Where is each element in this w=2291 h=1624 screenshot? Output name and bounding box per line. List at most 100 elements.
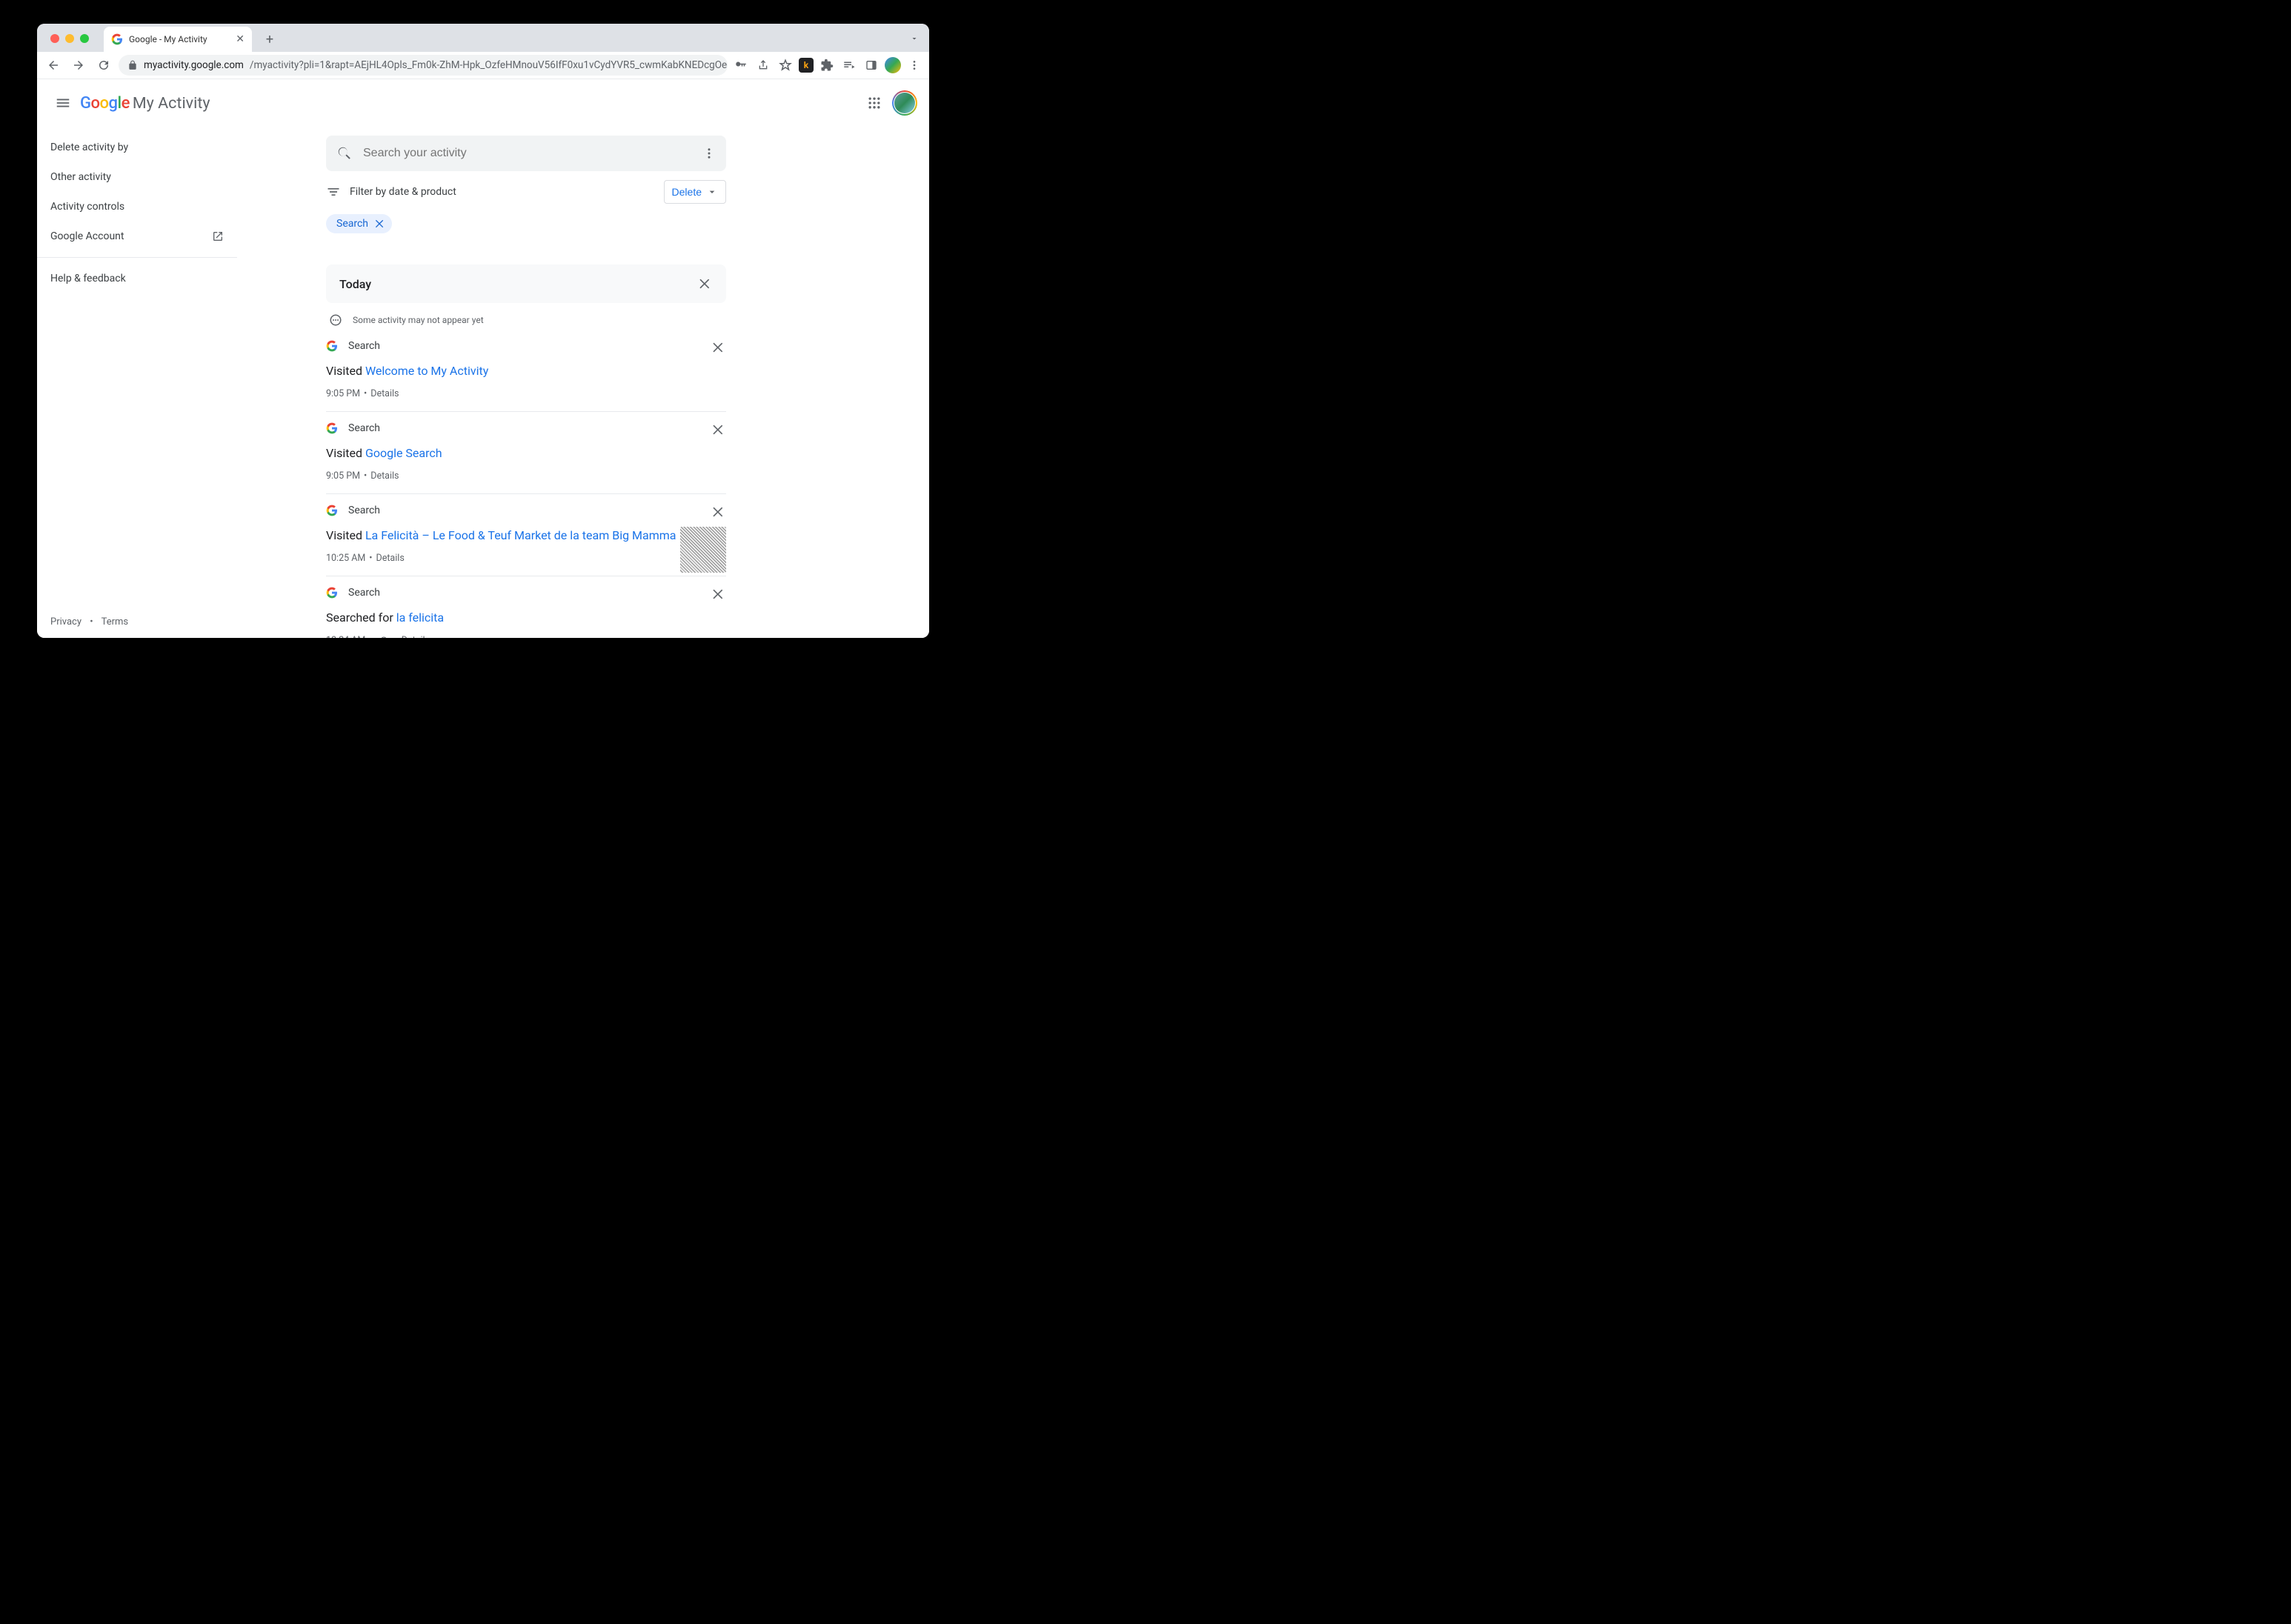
filter-chips: Search	[326, 214, 726, 233]
filter-button[interactable]: Filter by date & product	[326, 184, 456, 199]
extensions-puzzle-icon[interactable]	[818, 56, 836, 74]
activity-meta: 10:25 AM•Details	[326, 553, 726, 564]
close-icon[interactable]	[374, 218, 386, 230]
logo-block[interactable]: Google My Activity	[80, 94, 210, 113]
hamburger-icon	[55, 95, 71, 111]
arrow-right-icon	[72, 59, 85, 72]
sidebar: Delete activity by Other activity Activi…	[37, 127, 237, 638]
delete-item-button[interactable]	[711, 587, 726, 602]
activity-item: Search Visited Google Search 9:05 PM•Detai…	[326, 412, 726, 494]
activity-thumbnail[interactable]	[680, 527, 726, 573]
url-path: /myactivity?pli=1&rapt=AEjHL4Opls_Fm0k-Z…	[250, 59, 728, 71]
activity-details-link[interactable]: Details	[370, 470, 399, 482]
notice-text: Some activity may not appear yet	[353, 315, 484, 325]
activity-product: Search	[348, 422, 380, 434]
url-host: myactivity.google.com	[144, 59, 244, 71]
terms-link[interactable]: Terms	[102, 616, 129, 628]
close-icon	[711, 587, 726, 602]
filter-row: Filter by date & product Delete	[326, 180, 726, 204]
sidebar-item-other-activity[interactable]: Other activity	[37, 162, 237, 192]
activity-link[interactable]: Google Search	[365, 446, 442, 460]
bookmark-star-icon[interactable]	[777, 56, 794, 74]
sidebar-item-activity-controls[interactable]: Activity controls	[37, 192, 237, 222]
new-tab-button[interactable]: +	[259, 29, 280, 50]
sidebar-item-delete-activity[interactable]: Delete activity by	[37, 133, 237, 162]
account-button[interactable]	[892, 90, 917, 116]
address-bar[interactable]: myactivity.google.com/myactivity?pli=1&r…	[119, 55, 728, 76]
delete-item-button[interactable]	[711, 505, 726, 519]
activity-product: Search	[348, 340, 380, 352]
activity-title: Visited Google Search	[326, 446, 726, 460]
activity-link[interactable]: la felicita	[396, 610, 444, 625]
password-key-icon[interactable]	[732, 56, 750, 74]
activity-details-link[interactable]: Details	[402, 635, 430, 638]
privacy-link[interactable]: Privacy	[50, 616, 82, 628]
sidebar-item-help[interactable]: Help & feedback	[37, 264, 237, 293]
reload-icon	[97, 59, 110, 72]
profile-avatar-button[interactable]	[885, 57, 901, 73]
reload-button[interactable]	[93, 55, 114, 76]
menu-button[interactable]	[49, 89, 77, 117]
close-tab-button[interactable]: ✕	[236, 33, 245, 45]
tabs-dropdown-button[interactable]	[907, 31, 922, 46]
activity-details-link[interactable]: Details	[370, 388, 399, 399]
toolbar-right: k	[732, 56, 923, 74]
delete-section-button[interactable]	[698, 276, 713, 291]
activity-action: Visited	[326, 364, 365, 378]
sidebar-item-label: Help & feedback	[50, 273, 126, 284]
section-header: Today	[326, 264, 726, 303]
chip-label: Search	[336, 218, 368, 230]
browser-toolbar: myactivity.google.com/myactivity?pli=1&r…	[37, 52, 929, 79]
google-favicon-icon	[111, 33, 123, 45]
sidebar-item-google-account[interactable]: Google Account	[37, 222, 237, 251]
delete-item-button[interactable]	[711, 422, 726, 437]
activity-link[interactable]: Welcome to My Activity	[365, 364, 488, 378]
activity-action: Searched for	[326, 610, 396, 625]
activity-link[interactable]: La Felicità – Le Food & Teuf Market de l…	[365, 528, 676, 542]
activity-details-link[interactable]: Details	[376, 553, 405, 564]
filter-label: Filter by date & product	[350, 186, 456, 198]
window-controls	[50, 34, 89, 43]
main-content: Filter by date & product Delete Search	[237, 127, 929, 638]
search-options-button[interactable]	[702, 147, 716, 160]
activity-item: SearchSearched for la felicita10:24 AM••…	[326, 576, 726, 638]
activity-product: Search	[348, 505, 380, 516]
external-link-icon	[212, 230, 224, 242]
filter-chip-search[interactable]: Search	[326, 214, 392, 233]
activity-action: Visited	[326, 446, 365, 460]
header-right	[867, 90, 917, 116]
delete-button[interactable]: Delete	[664, 180, 726, 204]
minimize-window-button[interactable]	[65, 34, 74, 43]
google-favicon-icon	[326, 505, 338, 516]
extension-k-icon[interactable]: k	[799, 58, 814, 73]
sidebar-item-label: Delete activity by	[50, 142, 128, 153]
close-window-button[interactable]	[50, 34, 59, 43]
app-root: Google My Activity Delete activity by O	[37, 79, 929, 638]
caret-down-icon	[706, 186, 718, 198]
maximize-window-button[interactable]	[80, 34, 89, 43]
search-input[interactable]	[363, 147, 702, 160]
activity-product: Search	[348, 587, 380, 599]
activity-item: SearchVisited La Felicità – Le Food & Te…	[326, 494, 726, 576]
browser-menu-button[interactable]	[905, 56, 923, 74]
pending-icon	[329, 313, 342, 327]
delete-item-button[interactable]	[711, 340, 726, 355]
separator-dot: •	[90, 616, 93, 628]
share-icon[interactable]	[754, 56, 772, 74]
playlist-icon[interactable]	[840, 56, 858, 74]
back-button[interactable]	[43, 55, 64, 76]
close-icon	[711, 340, 726, 355]
browser-tab[interactable]: Google - My Activity ✕	[104, 27, 252, 52]
google-apps-button[interactable]	[867, 96, 882, 110]
activity-meta: 9:05 PM•Details	[326, 470, 726, 482]
activity-meta: 9:05 PM•Details	[326, 388, 726, 399]
close-icon	[711, 505, 726, 519]
forward-button[interactable]	[68, 55, 89, 76]
close-icon	[711, 422, 726, 437]
app-body: Delete activity by Other activity Activi…	[37, 127, 929, 638]
search-box[interactable]	[326, 136, 726, 171]
sidepanel-icon[interactable]	[862, 56, 880, 74]
filter-icon	[326, 184, 341, 199]
browser-window: Google - My Activity ✕ + myactivity.goog…	[37, 24, 929, 638]
google-favicon-icon	[326, 587, 338, 599]
